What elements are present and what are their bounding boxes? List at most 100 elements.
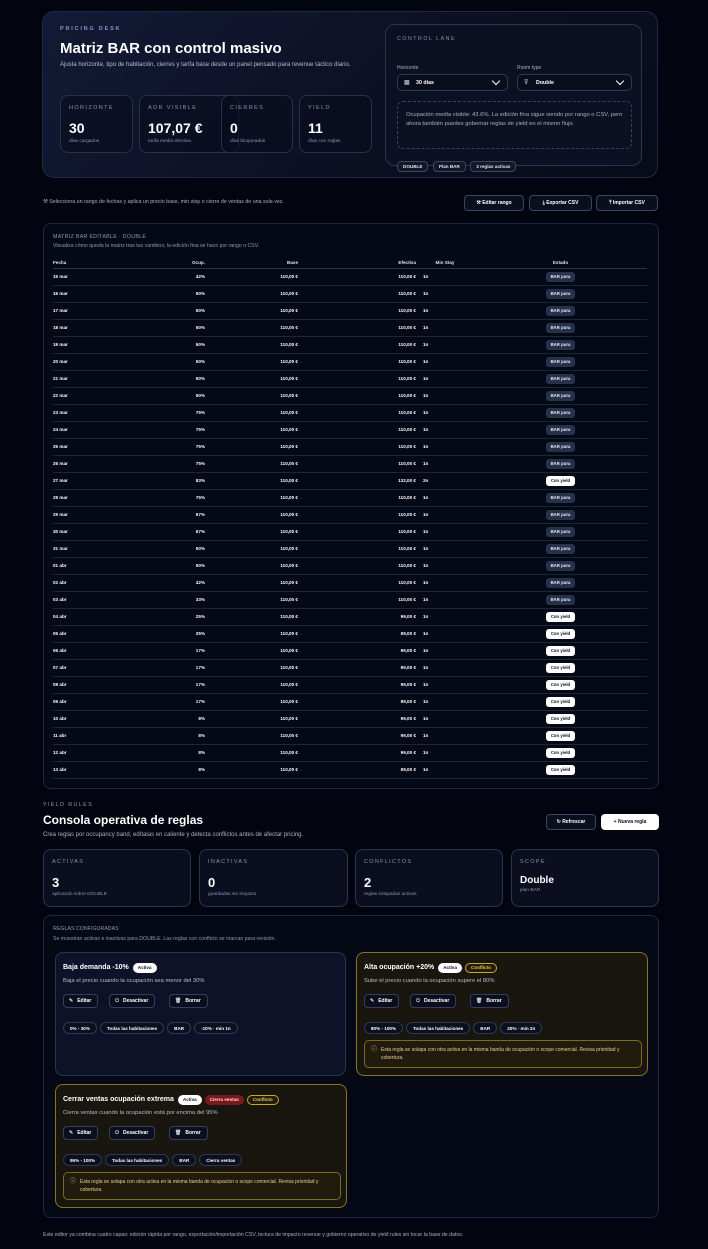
table-cell: 110,00 € [205, 523, 298, 541]
status-badge: BAR pura [545, 509, 576, 520]
export-csv-button[interactable]: ⤓ Exportar CSV [529, 195, 592, 211]
table-row[interactable]: 21 mar 50% 110,00 €110,00 €1n BAR pura [53, 370, 647, 388]
delete-rule-button[interactable]: 🗑 Borrar [169, 1126, 208, 1140]
rule-title: Baja demanda -10% [63, 964, 129, 971]
table-cell: 110,00 € [298, 353, 416, 371]
table-cell: 15 mar [53, 268, 123, 286]
deactivate-rule-button[interactable]: ⏻ Desactivar [109, 1126, 156, 1140]
table-row[interactable]: 31 mar 50% 110,00 €110,00 €1n BAR pura [53, 540, 647, 558]
table-cell: 110,00 € [298, 421, 416, 439]
deactivate-rule-button[interactable]: ⏻ Desactivar [410, 994, 457, 1008]
new-rule-button[interactable]: + Nueva regla [601, 814, 659, 830]
edit-rule-button[interactable]: ✎ Editar [364, 994, 400, 1008]
table-cell: 110,00 € [298, 319, 416, 337]
table-row[interactable]: 09 abr 17% 110,00 €99,00 €1n Con yield [53, 693, 647, 711]
status-badge: Con yield [545, 696, 576, 707]
deactivate-rule-button[interactable]: ⏻ Desactivar [109, 994, 156, 1008]
table-cell: 09 abr [53, 693, 123, 711]
table-row[interactable]: 03 abr 33% 110,00 €110,00 €1n BAR pura [53, 591, 647, 609]
trash-icon: 🗑 [175, 998, 182, 1004]
table-row[interactable]: 26 mar 75% 110,00 €110,00 €1n BAR pura [53, 455, 647, 473]
table-cell: 17% [123, 676, 205, 694]
alert-icon: ⓘ [70, 1179, 77, 1185]
rules-card-conflictos: CONFLICTOS 2 reglas solapadas activas [355, 849, 503, 907]
table-header: Fecha Ocup. Base Efectiva Min Stay Estado [53, 258, 647, 269]
stat-yield: YIELD 11 días con reglas [299, 95, 372, 153]
table-row[interactable]: 16 mar 50% 110,00 €110,00 €1n BAR pura [53, 285, 647, 303]
horizon-label: Horizonte [397, 65, 419, 71]
table-cell: 99,00 € [298, 761, 416, 779]
table-row[interactable]: 06 abr 17% 110,00 €99,00 €1n Con yield [53, 642, 647, 660]
table-row[interactable]: 04 abr 25% 110,00 €99,00 €1n Con yield [53, 608, 647, 626]
table-row[interactable]: 02 abr 42% 110,00 €110,00 €1n BAR pura [53, 574, 647, 592]
table-cell: 75% [123, 421, 205, 439]
table-row[interactable]: 23 mar 75% 110,00 €110,00 €1n BAR pura [53, 404, 647, 422]
room-type-select[interactable]: ⊽ Double [517, 74, 632, 91]
table-cell: 110,00 € [298, 540, 416, 558]
status-badge: BAR pura [545, 288, 576, 299]
pencil-icon: ✎ [370, 998, 375, 1004]
table-row[interactable]: 08 abr 17% 110,00 €99,00 €1n Con yield [53, 676, 647, 694]
rule-title: Cerrar ventas ocupación extrema [63, 1096, 174, 1103]
pencil-icon: ✎ [69, 1130, 74, 1136]
horizon-select[interactable]: ▦ 30 días [397, 74, 508, 91]
table-cell: 110,00 € [205, 642, 298, 660]
status-badge: Con yield [545, 662, 576, 673]
table-row[interactable]: 17 mar 50% 110,00 €110,00 €1n BAR pura [53, 302, 647, 320]
table-cell: 75% [123, 404, 205, 422]
table-cell: 1n [416, 693, 474, 711]
table-row[interactable]: 29 mar 67% 110,00 €110,00 €1n BAR pura [53, 506, 647, 524]
table-row[interactable]: 07 abr 17% 110,00 €99,00 €1n Con yield [53, 659, 647, 677]
status-cell: BAR pura [474, 438, 647, 456]
status-badge: BAR pura [545, 407, 576, 418]
table-row[interactable]: 18 mar 50% 110,00 €110,00 €1n BAR pura [53, 319, 647, 337]
delete-rule-button[interactable]: 🗑 Borrar [169, 994, 208, 1008]
table-cell: 2n [416, 472, 474, 490]
table-row[interactable]: 22 mar 50% 110,00 €110,00 €1n BAR pura [53, 387, 647, 405]
status-cell: BAR pura [474, 421, 647, 439]
trash-icon: 🗑 [175, 1130, 182, 1136]
table-row[interactable]: 24 mar 75% 110,00 €110,00 €1n BAR pura [53, 421, 647, 439]
table-row[interactable]: 25 mar 75% 110,00 €110,00 €1n BAR pura [53, 438, 647, 456]
table-cell: 110,00 € [298, 268, 416, 286]
table-row[interactable]: 19 mar 50% 110,00 €110,00 €1n BAR pura [53, 336, 647, 354]
table-row[interactable]: 20 mar 50% 110,00 €110,00 €1n BAR pura [53, 353, 647, 371]
table-row[interactable]: 15 mar 42% 110,00 €110,00 €1n BAR pura [53, 268, 647, 286]
status-cell: BAR pura [474, 557, 647, 575]
edit-range-button[interactable]: ⚒ Editar rango [464, 195, 524, 211]
status-cell: BAR pura [474, 404, 647, 422]
table-cell: 28 mar [53, 489, 123, 507]
table-cell: 110,00 € [205, 727, 298, 745]
status-cell: Con yield [474, 608, 647, 626]
table-cell: 110,00 € [205, 489, 298, 507]
edit-rule-button[interactable]: ✎ Editar [63, 1126, 99, 1140]
table-cell: 110,00 € [205, 676, 298, 694]
power-icon: ⏻ [416, 998, 420, 1004]
edit-rule-button[interactable]: ✎ Editar [63, 994, 99, 1008]
rule-description: Sube el precio cuando la ocupación super… [364, 978, 495, 984]
table-cell: 27 mar [53, 472, 123, 490]
table-row[interactable]: 10 abr 8% 110,00 €99,00 €1n Con yield [53, 710, 647, 728]
table-row[interactable]: 13 abr 8% 110,00 €99,00 €1n Con yield [53, 761, 647, 779]
delete-rule-button[interactable]: 🗑 Borrar [470, 994, 509, 1008]
table-row[interactable]: 27 mar 83% 110,00 €132,00 €2n Con yield [53, 472, 647, 490]
table-row[interactable]: 30 mar 67% 110,00 €110,00 €1n BAR pura [53, 523, 647, 541]
table-cell: 110,00 € [205, 506, 298, 524]
status-badge: Con yield [545, 475, 576, 486]
table-row[interactable]: 12 abr 8% 110,00 €99,00 €1n Con yield [53, 744, 647, 762]
status-badge: BAR pura [545, 424, 576, 435]
table-cell: 13 abr [53, 761, 123, 779]
table-row[interactable]: 05 abr 25% 110,00 €99,00 €1n Con yield [53, 625, 647, 643]
status-cell: BAR pura [474, 506, 647, 524]
column-header: Ocup. [123, 258, 205, 269]
table-row[interactable]: 01 abr 50% 110,00 €110,00 €1n BAR pura [53, 557, 647, 575]
pill-plan: Plan BAR [432, 161, 466, 172]
import-csv-button[interactable]: ⤒ Importar CSV [596, 195, 658, 211]
table-cell: 75% [123, 438, 205, 456]
refresh-button[interactable]: ↻ Refrescar [546, 814, 596, 830]
table-row[interactable]: 11 abr 8% 110,00 €99,00 €1n Con yield [53, 727, 647, 745]
status-cell: Con yield [474, 761, 647, 779]
table-cell: 110,00 € [205, 285, 298, 303]
table-row[interactable]: 28 mar 75% 110,00 €110,00 €1n BAR pura [53, 489, 647, 507]
table-cell: 20 mar [53, 353, 123, 371]
